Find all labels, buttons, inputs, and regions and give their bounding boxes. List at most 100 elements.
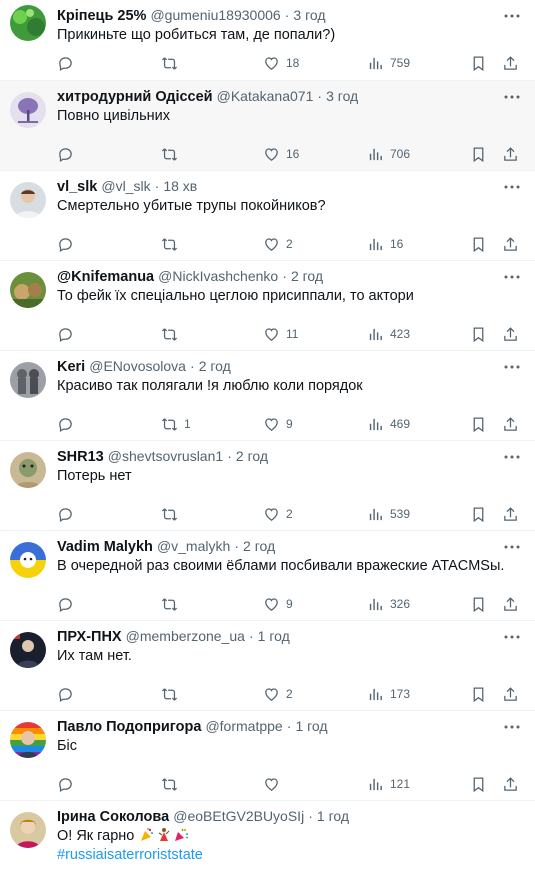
tweet-7[interactable]: ПРХ-ПНХ @memberzone_ua · 1 год Их там не… (0, 621, 535, 711)
tweet-5[interactable]: SHR13 @shevtsovruslan1 · 2 год Потерь не… (0, 441, 535, 531)
avatar[interactable] (10, 182, 46, 218)
share-button[interactable] (502, 324, 519, 344)
share-button[interactable] (502, 504, 519, 524)
retweet-button[interactable] (161, 324, 184, 344)
reply-button[interactable] (57, 504, 80, 524)
tweet-6[interactable]: Vadim Malykh @v_malykh · 2 год В очередн… (0, 531, 535, 621)
like-button[interactable]: 16 (263, 144, 299, 164)
author-name[interactable]: ПРХ-ПНХ (57, 629, 122, 645)
author-name[interactable]: SHR13 (57, 449, 104, 465)
author-handle[interactable]: @NickIvashchenko (158, 268, 278, 284)
bookmark-button[interactable] (470, 774, 487, 794)
retweet-button[interactable] (161, 684, 184, 704)
author-name[interactable]: хитродурний Одіссей (57, 89, 213, 105)
reply-button[interactable] (57, 53, 80, 73)
bookmark-button[interactable] (470, 53, 487, 73)
like-button[interactable]: 9 (263, 414, 293, 434)
like-button[interactable]: 18 (263, 53, 299, 73)
views-button[interactable]: 539 (367, 504, 410, 524)
reply-button[interactable] (57, 414, 80, 434)
more-horizontal-icon[interactable] (503, 628, 521, 646)
author-handle[interactable]: @v_malykh (157, 538, 230, 554)
like-button[interactable]: 11 (263, 324, 298, 344)
retweet-button[interactable] (161, 144, 184, 164)
share-button[interactable] (502, 144, 519, 164)
retweet-button[interactable] (161, 53, 184, 73)
bookmark-button[interactable] (470, 414, 487, 434)
timestamp[interactable]: 1 год (258, 628, 290, 644)
author-name[interactable]: Павло Подопригора (57, 719, 201, 735)
reply-button[interactable] (57, 774, 80, 794)
bookmark-button[interactable] (470, 504, 487, 524)
more-horizontal-icon[interactable] (503, 7, 521, 25)
timestamp[interactable]: 3 год (293, 7, 325, 23)
tweet-2[interactable]: vl_slk @vl_slk · 18 хв Смертельно убитые… (0, 171, 535, 261)
author-name[interactable]: Vadim Malykh (57, 539, 153, 555)
author-name[interactable]: Keri (57, 359, 85, 375)
tweet-3[interactable]: @Knifemanua @NickIvashchenko · 2 год То … (0, 261, 535, 351)
retweet-button[interactable] (161, 504, 184, 524)
avatar[interactable] (10, 362, 46, 398)
retweet-button[interactable]: 1 (161, 414, 191, 434)
views-button[interactable]: 16 (367, 234, 403, 254)
author-handle[interactable]: @vl_slk (101, 178, 150, 194)
bookmark-button[interactable] (470, 234, 487, 254)
avatar[interactable] (10, 5, 46, 41)
views-button[interactable]: 706 (367, 144, 410, 164)
more-horizontal-icon[interactable] (503, 448, 521, 466)
timestamp[interactable]: 2 год (199, 358, 231, 374)
author-name[interactable]: @Knifemanua (57, 269, 154, 285)
author-handle[interactable]: @eoBEtGV2BUyoSIj (173, 808, 304, 824)
reply-button[interactable] (57, 684, 80, 704)
more-horizontal-icon[interactable] (503, 358, 521, 376)
avatar[interactable] (10, 722, 46, 758)
more-horizontal-icon[interactable] (503, 268, 521, 286)
tweet-8[interactable]: Павло Подопригора @formatppe · 1 год Біс (0, 711, 535, 801)
author-handle[interactable]: @gumeniu18930006 (150, 7, 280, 23)
like-button[interactable]: 9 (263, 594, 293, 614)
avatar[interactable] (10, 452, 46, 488)
share-button[interactable] (502, 594, 519, 614)
share-button[interactable] (502, 774, 519, 794)
like-button[interactable]: 2 (263, 234, 293, 254)
retweet-button[interactable] (161, 774, 184, 794)
avatar[interactable] (10, 542, 46, 578)
reply-button[interactable] (57, 144, 80, 164)
timestamp[interactable]: 3 год (326, 88, 358, 104)
views-button[interactable]: 423 (367, 324, 410, 344)
views-button[interactable]: 121 (367, 774, 410, 794)
reply-button[interactable] (57, 324, 80, 344)
author-name[interactable]: vl_slk (57, 179, 97, 195)
avatar[interactable] (10, 812, 46, 848)
more-horizontal-icon[interactable] (503, 88, 521, 106)
bookmark-button[interactable] (470, 324, 487, 344)
avatar[interactable] (10, 632, 46, 668)
timestamp[interactable]: 1 год (295, 718, 327, 734)
views-button[interactable]: 326 (367, 594, 410, 614)
author-name[interactable]: Кріпець 25% (57, 8, 146, 24)
timestamp[interactable]: 18 хв (163, 178, 197, 194)
avatar[interactable] (10, 272, 46, 308)
timestamp[interactable]: 2 год (243, 538, 275, 554)
timestamp[interactable]: 1 год (317, 808, 349, 824)
more-horizontal-icon[interactable] (503, 718, 521, 736)
reply-button[interactable] (57, 594, 80, 614)
bookmark-button[interactable] (470, 144, 487, 164)
more-horizontal-icon[interactable] (503, 538, 521, 556)
author-name[interactable]: Ірина Соколова (57, 809, 169, 825)
reply-button[interactable] (57, 234, 80, 254)
hashtag-link[interactable]: #russiaisaterroriststate (57, 846, 525, 865)
retweet-button[interactable] (161, 594, 184, 614)
bookmark-button[interactable] (470, 684, 487, 704)
views-button[interactable]: 469 (367, 414, 410, 434)
tweet-1[interactable]: хитродурний Одіссей @Katakana071 · 3 год… (0, 81, 535, 171)
like-button[interactable]: 2 (263, 504, 293, 524)
views-button[interactable]: 759 (367, 53, 410, 73)
author-handle[interactable]: @shevtsovruslan1 (108, 448, 223, 464)
like-button[interactable]: 2 (263, 684, 293, 704)
like-button[interactable] (263, 774, 286, 794)
retweet-button[interactable] (161, 234, 184, 254)
share-button[interactable] (502, 684, 519, 704)
more-horizontal-icon[interactable] (503, 178, 521, 196)
share-button[interactable] (502, 53, 519, 73)
